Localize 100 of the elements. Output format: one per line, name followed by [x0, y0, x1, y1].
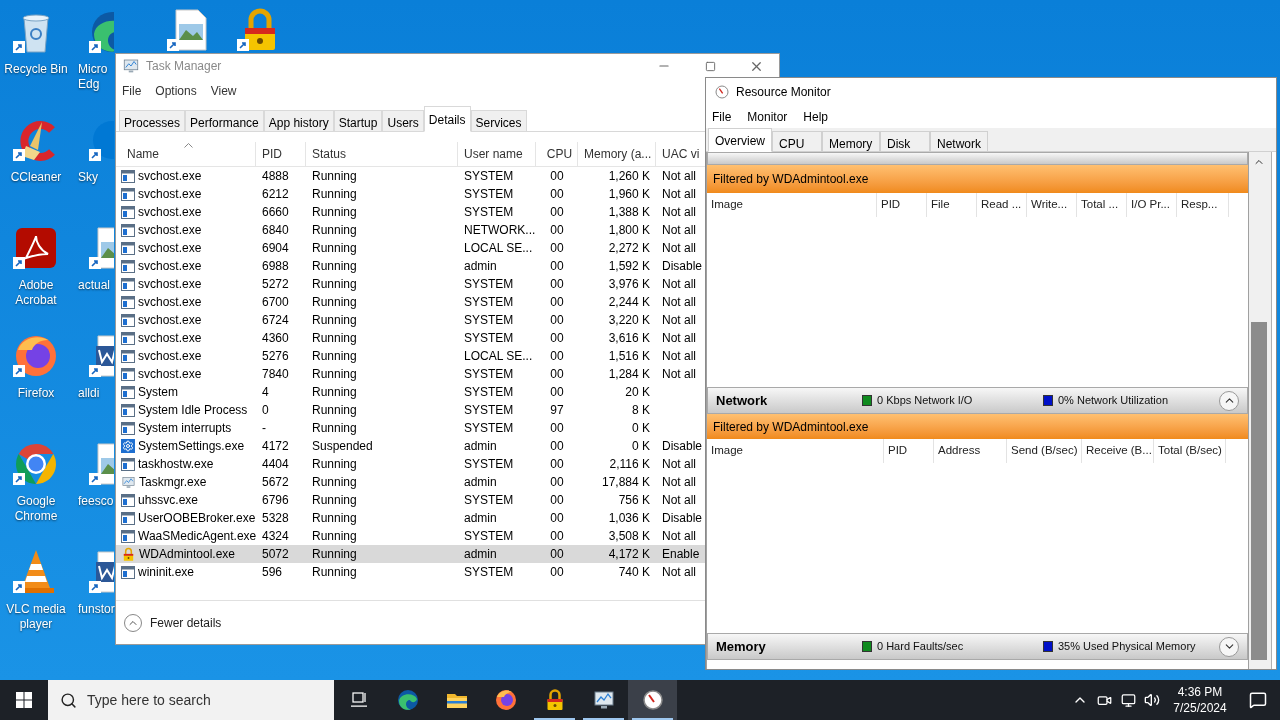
column-header[interactable]: File [927, 193, 977, 217]
column-header[interactable]: Image [707, 439, 884, 463]
table-cell-text: 00 [550, 456, 564, 473]
column-header[interactable]: Address [934, 439, 1007, 463]
tab[interactable]: Performance [185, 110, 264, 132]
column-header[interactable]: PID [877, 193, 927, 217]
process-row[interactable]: svchost.exe 6660 Running SYSTEM 00 1,388 K Not all [116, 203, 706, 221]
tab[interactable]: Overview [708, 128, 772, 152]
process-row[interactable]: svchost.exe 5276 Running LOCAL SE... 00 1,516 K Not all [116, 347, 706, 365]
table-cell-text: 00 [550, 240, 564, 257]
column-header[interactable]: Status [306, 142, 458, 166]
tab[interactable]: Network [930, 131, 988, 152]
table-cell-text: SYSTEM [464, 330, 514, 347]
tab[interactable]: Disk [880, 131, 930, 152]
process-row[interactable]: uhssvc.exe 6796 Running SYSTEM 00 756 K Not all [116, 491, 706, 509]
column-header[interactable]: Name [116, 142, 256, 166]
tab[interactable]: App history [263, 110, 334, 132]
column-header[interactable]: Write... [1027, 193, 1077, 217]
process-row[interactable]: svchost.exe 6988 Running admin 00 1,592 K Disable [116, 257, 706, 275]
column-header[interactable]: Total ... [1077, 193, 1127, 217]
table-cell-text: Running [312, 330, 357, 347]
column-header[interactable]: Read ... [977, 193, 1027, 217]
menu-item[interactable]: File [712, 108, 732, 126]
tab[interactable]: Memory [822, 131, 880, 152]
taskbar-app-button[interactable] [628, 680, 677, 720]
process-row[interactable]: SystemSettings.exe 4172 Suspended admin 00 0 K Disable [116, 437, 706, 455]
search-field[interactable]: Type here to search [87, 689, 307, 711]
column-header[interactable]: Send (B/sec) [1007, 439, 1082, 463]
tab[interactable]: Processes [119, 110, 186, 132]
table-cell-text: 1,960 K [608, 186, 650, 203]
process-row[interactable]: System Idle Process 0 Running SYSTEM 97 8 K [116, 401, 706, 419]
icon-label: actual [78, 278, 112, 293]
table-cell-text: 1,284 K [608, 366, 650, 383]
tab[interactable]: CPU [772, 131, 822, 152]
process-row[interactable]: svchost.exe 4360 Running SYSTEM 00 3,616 K Not all [116, 329, 706, 347]
column-header[interactable]: Memory (a... [578, 142, 656, 166]
column-header[interactable]: Image [707, 193, 877, 217]
column-header[interactable]: User name [458, 142, 536, 166]
window-icon [121, 421, 135, 435]
table-cell-text: Running [312, 222, 357, 239]
column-header[interactable]: PID [256, 142, 306, 166]
window-icon [121, 349, 135, 363]
search-box[interactable]: Type here to search [48, 680, 334, 720]
tab[interactable]: Users [382, 110, 424, 132]
process-row[interactable]: svchost.exe 7840 Running SYSTEM 00 1,284 K Not all [116, 365, 706, 383]
process-row[interactable]: WDAdmintool.exe 5072 Running admin 00 4,172 K Enable [116, 545, 706, 563]
column-header[interactable]: PID [884, 439, 934, 463]
process-row[interactable]: svchost.exe 6700 Running SYSTEM 00 2,244 K Not all [116, 293, 706, 311]
tab[interactable]: Services [470, 110, 527, 132]
column-header[interactable]: Receive (B... [1082, 439, 1154, 463]
tab[interactable]: Startup [333, 110, 383, 132]
column-header[interactable]: Resp... [1177, 193, 1229, 217]
icon-label: Sky [78, 170, 99, 185]
process-row[interactable]: svchost.exe 4888 Running SYSTEM 00 1,260 K Not all [116, 167, 706, 185]
process-row[interactable]: UserOOBEBroker.exe 5328 Running admin 00 1,036 K Disable [116, 509, 706, 527]
process-row[interactable]: WaaSMedicAgent.exe 4324 Running SYSTEM 00 3,508 K Not all [116, 527, 706, 545]
window-icon [121, 295, 135, 309]
table-cell-text: Running [312, 474, 357, 491]
table-cell-text: 00 [550, 276, 564, 293]
tab[interactable]: Details [423, 106, 471, 132]
process-row[interactable]: svchost.exe 6904 Running LOCAL SE... 00 2,272 K Not all [116, 239, 706, 257]
expand-button[interactable] [1219, 636, 1239, 657]
table-cell-text: svchost.exe [138, 348, 202, 365]
menu-item[interactable]: File [122, 82, 142, 100]
menu-item[interactable]: Monitor [747, 108, 788, 126]
clock[interactable]: 4:36 PM 7/25/2024 [1164, 684, 1236, 716]
collapse-button[interactable] [1219, 390, 1239, 411]
process-row[interactable]: Taskmgr.exe 5672 Running admin 00 17,884 K Not all [116, 473, 706, 491]
process-row[interactable]: svchost.exe 6212 Running SYSTEM 00 1,960 K Not all [116, 185, 706, 203]
process-row[interactable]: svchost.exe 5272 Running SYSTEM 00 3,976 K Not all [116, 275, 706, 293]
search-icon [60, 691, 77, 709]
table-cell-text: 0 [262, 402, 269, 419]
table-cell-text: Running [312, 384, 357, 401]
process-row[interactable]: wininit.exe 596 Running SYSTEM 00 740 K Not all [116, 563, 706, 581]
table-cell-text: System [138, 384, 178, 401]
process-row[interactable]: System 4 Running SYSTEM 00 20 K [116, 383, 706, 401]
table-cell-text: UserOOBEBroker.exe [138, 510, 256, 527]
menu-item[interactable]: View [210, 82, 237, 100]
table-cell-text: Not all [662, 456, 696, 473]
table-cell-text: svchost.exe [138, 186, 202, 203]
window-icon [121, 331, 135, 345]
column-header[interactable]: CPU [536, 142, 578, 166]
fewer-details-link[interactable]: Fewer details [150, 613, 222, 632]
process-row[interactable]: svchost.exe 6724 Running SYSTEM 00 3,220 K Not all [116, 311, 706, 329]
table-cell-text: 2,116 K [609, 456, 650, 473]
table-cell-text: Running [312, 258, 357, 275]
table-cell-text: Not all [662, 528, 696, 545]
menu-item[interactable]: Options [155, 82, 197, 100]
process-row[interactable]: taskhostw.exe 4404 Running SYSTEM 00 2,116 K Not all [116, 455, 706, 473]
window-icon [121, 223, 135, 237]
scroll-thumb[interactable] [1251, 322, 1267, 660]
table-cell-text: 3,616 K [608, 330, 650, 347]
table-cell-text: 20 K [625, 384, 650, 401]
table-cell-text: Running [312, 366, 357, 383]
column-header[interactable]: Total (B/sec) [1154, 439, 1226, 463]
menu-item[interactable]: Help [803, 108, 829, 126]
column-header[interactable]: I/O Pr... [1127, 193, 1177, 217]
process-row[interactable]: System interrupts - Running SYSTEM 00 0 K [116, 419, 706, 437]
process-row[interactable]: svchost.exe 6840 Running NETWORK... 00 1,800 K Not all [116, 221, 706, 239]
table-cell-text: 2,272 K [608, 240, 650, 257]
